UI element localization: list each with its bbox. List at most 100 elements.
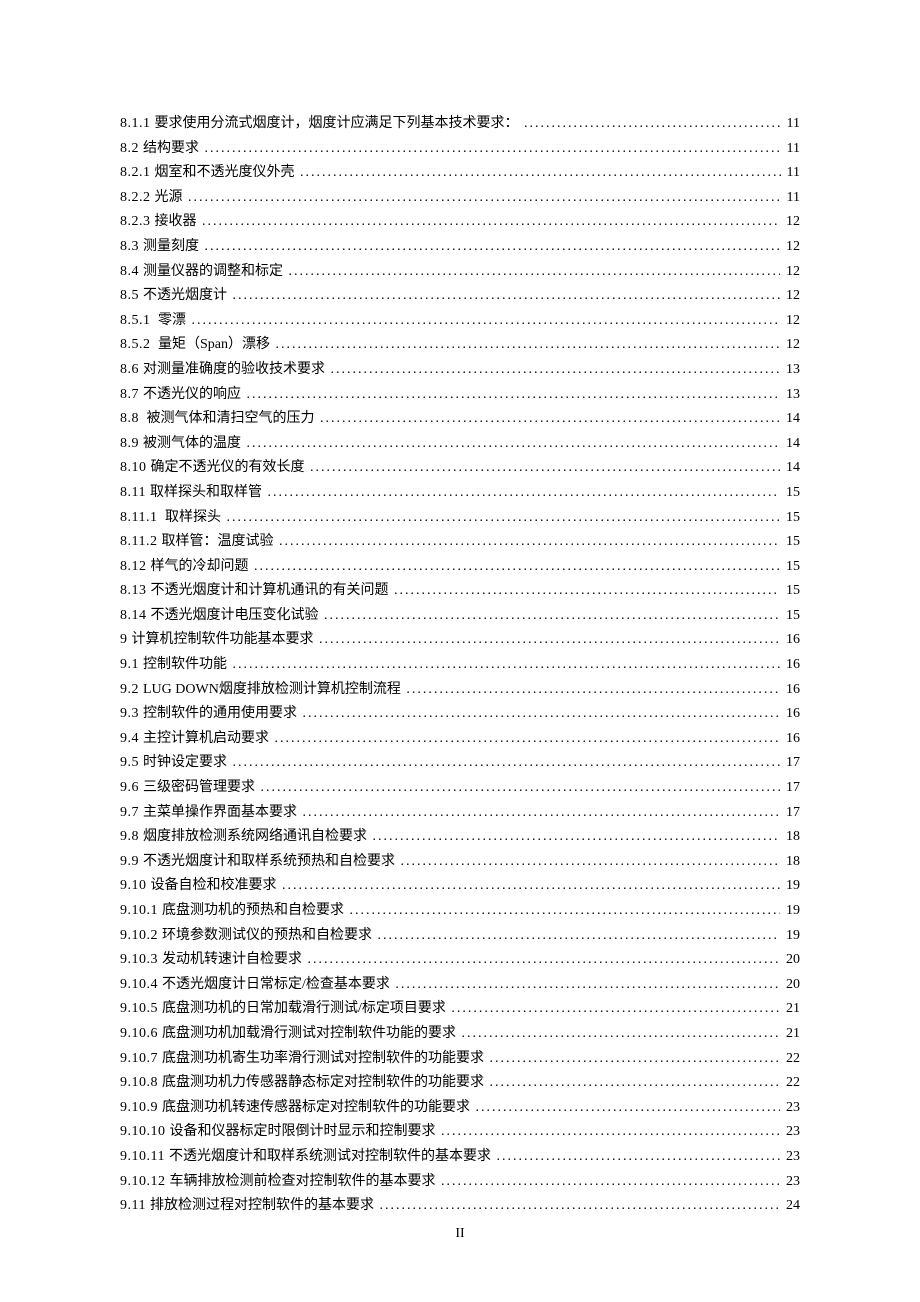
toc-leader-dots (188, 186, 781, 211)
toc-section-number: 9.9 (120, 850, 143, 875)
toc-section-number: 8.2.2 (120, 186, 155, 211)
toc-page-number: 19 (782, 924, 800, 949)
toc-entry: 9.10.7 底盘测功机寄生功率滑行测试对控制软件的功能要求 22 (120, 1047, 800, 1072)
toc-page-number: 13 (782, 358, 800, 383)
toc-section-number: 9.4 (120, 727, 143, 752)
toc-title: 被测气体的温度 (143, 432, 245, 457)
toc-title: 不透光烟度计和计算机通讯的有关问题 (151, 579, 393, 604)
toc-title: 主控计算机启动要求 (143, 727, 273, 752)
toc-leader-dots (350, 899, 781, 924)
toc-entry: 8.10 确定不透光仪的有效长度 14 (120, 456, 800, 481)
toc-leader-dots (401, 850, 781, 875)
toc-section-number: 9.1 (120, 653, 143, 678)
toc-page-number: 20 (782, 948, 800, 973)
toc-page-number: 11 (783, 186, 800, 211)
toc-section-number: 9.10.9 (120, 1096, 162, 1121)
toc-section-number: 8.11 (120, 481, 150, 506)
toc-title: 三级密码管理要求 (143, 776, 259, 801)
toc-section-number: 9.10.12 (120, 1170, 170, 1195)
toc-entry: 9.1 控制软件功能 16 (120, 653, 800, 678)
toc-page-number: 16 (782, 678, 800, 703)
toc-entry: 9.5 时钟设定要求 17 (120, 751, 800, 776)
toc-entry: 9.11 排放检测过程对控制软件的基本要求 24 (120, 1194, 800, 1219)
toc-page-number: 18 (782, 825, 800, 850)
toc-page-number: 16 (782, 653, 800, 678)
toc-entry: 9.8 烟度排放检测系统网络通讯自检要求 18 (120, 825, 800, 850)
toc-entry: 8.11 取样探头和取样管 15 (120, 481, 800, 506)
toc-entry: 9.9 不透光烟度计和取样系统预热和自检要求 18 (120, 850, 800, 875)
toc-entry: 8.7 不透光仪的响应 13 (120, 383, 800, 408)
toc-title: 取样探头和取样管 (150, 481, 266, 506)
toc-section-number: 9.10.11 (120, 1145, 169, 1170)
toc-section-number: 9.6 (120, 776, 143, 801)
toc-entry: 9.2 LUG DOWN烟度排放检测计算机控制流程 16 (120, 678, 800, 703)
toc-section-number: 8.7 (120, 383, 143, 408)
toc-title: 控制软件的通用使用要求 (143, 702, 301, 727)
toc-leader-dots (319, 628, 780, 653)
toc-title: 底盘测功机的预热和自检要求 (162, 899, 348, 924)
toc-page-number: 23 (782, 1145, 800, 1170)
toc-page-number: 23 (782, 1096, 800, 1121)
toc-title: LUG DOWN烟度排放检测计算机控制流程 (143, 678, 404, 703)
toc-page-number: 14 (782, 432, 800, 457)
toc-entry: 8.2 结构要求 11 (120, 137, 800, 162)
toc-leader-dots (275, 727, 781, 752)
toc-section-number: 9.10.4 (120, 973, 162, 998)
toc-section-number: 8.5.1 (120, 309, 155, 334)
toc-leader-dots (310, 456, 780, 481)
toc-entry: 8.8 被测气体和清扫空气的压力 14 (120, 407, 800, 432)
toc-leader-dots (276, 333, 781, 358)
toc-section-number: 9.2 (120, 678, 143, 703)
toc-section-number: 9.10.5 (120, 997, 162, 1022)
toc-title: 底盘测功机寄生功率滑行测试对控制软件的功能要求 (162, 1047, 488, 1072)
toc-title: 底盘测功机加载滑行测试对控制软件功能的要求 (162, 1022, 460, 1047)
toc-title: 接收器 (155, 210, 201, 235)
toc-entry: 9 计算机控制软件功能基本要求 16 (120, 628, 800, 653)
toc-entry: 9.10.3 发动机转速计自检要求 20 (120, 948, 800, 973)
toc-section-number: 8.6 (120, 358, 143, 383)
toc-leader-dots (378, 924, 781, 949)
document-page: 8.1.1 要求使用分流式烟度计，烟度计应满足下列基本技术要求： 118.2 结… (0, 0, 920, 1302)
toc-page-number: 15 (782, 555, 800, 580)
toc-section-number: 9.10.1 (120, 899, 162, 924)
toc-leader-dots (451, 997, 780, 1022)
toc-entry: 8.5 不透光烟度计 12 (120, 284, 800, 309)
toc-title: 不透光烟度计日常标定/检查基本要求 (162, 973, 393, 998)
toc-title: 底盘测功机转速传感器标定对控制软件的功能要求 (162, 1096, 474, 1121)
toc-page-number: 11 (783, 112, 800, 137)
toc-leader-dots (267, 481, 780, 506)
toc-entry: 9.10 设备自检和校准要求 19 (120, 874, 800, 899)
toc-title: 排放检测过程对控制软件的基本要求 (150, 1194, 378, 1219)
toc-title: 底盘测功机力传感器静态标定对控制软件的功能要求 (162, 1071, 488, 1096)
toc-title: 要求使用分流式烟度计，烟度计应满足下列基本技术要求： (155, 112, 523, 137)
toc-section-number: 8.4 (120, 260, 143, 285)
toc-entry: 8.2.3 接收器 12 (120, 210, 800, 235)
toc-title: 发动机转速计自检要求 (162, 948, 306, 973)
toc-page-number: 14 (782, 407, 800, 432)
toc-section-number: 9.10.3 (120, 948, 162, 973)
toc-entry: 9.4 主控计算机启动要求 16 (120, 727, 800, 752)
toc-page-number: 12 (782, 260, 800, 285)
toc-page-number: 23 (782, 1120, 800, 1145)
toc-entry: 8.9 被测气体的温度 14 (120, 432, 800, 457)
toc-title: 烟室和不透光度仪外壳 (155, 161, 299, 186)
toc-section-number: 9.8 (120, 825, 143, 850)
toc-section-number: 8.11.2 (120, 530, 161, 555)
toc-section-number: 8.9 (120, 432, 143, 457)
toc-title: 设备和仪器标定时限倒计时显示和控制要求 (170, 1120, 440, 1145)
toc-section-number: 9.7 (120, 801, 143, 826)
toc-title: 烟度排放检测系统网络通讯自检要求 (143, 825, 371, 850)
toc-entry: 9.10.1 底盘测功机的预热和自检要求 19 (120, 899, 800, 924)
toc-page-number: 21 (782, 997, 800, 1022)
toc-section-number: 8.2 (120, 137, 143, 162)
toc-section-number: 8.2.3 (120, 210, 155, 235)
toc-title: 不透光烟度计和取样系统预热和自检要求 (143, 850, 399, 875)
toc-title: 量矩（Span）漂移 (155, 333, 274, 358)
toc-entry: 8.3 测量刻度 12 (120, 235, 800, 260)
toc-entry: 8.13 不透光烟度计和计算机通讯的有关问题 15 (120, 579, 800, 604)
toc-leader-dots (205, 137, 781, 162)
table-of-contents: 8.1.1 要求使用分流式烟度计，烟度计应满足下列基本技术要求： 118.2 结… (120, 112, 800, 1219)
toc-entry: 9.7 主菜单操作界面基本要求 17 (120, 801, 800, 826)
toc-entry: 8.12 样气的冷却问题 15 (120, 555, 800, 580)
toc-title: 零漂 (155, 309, 190, 334)
